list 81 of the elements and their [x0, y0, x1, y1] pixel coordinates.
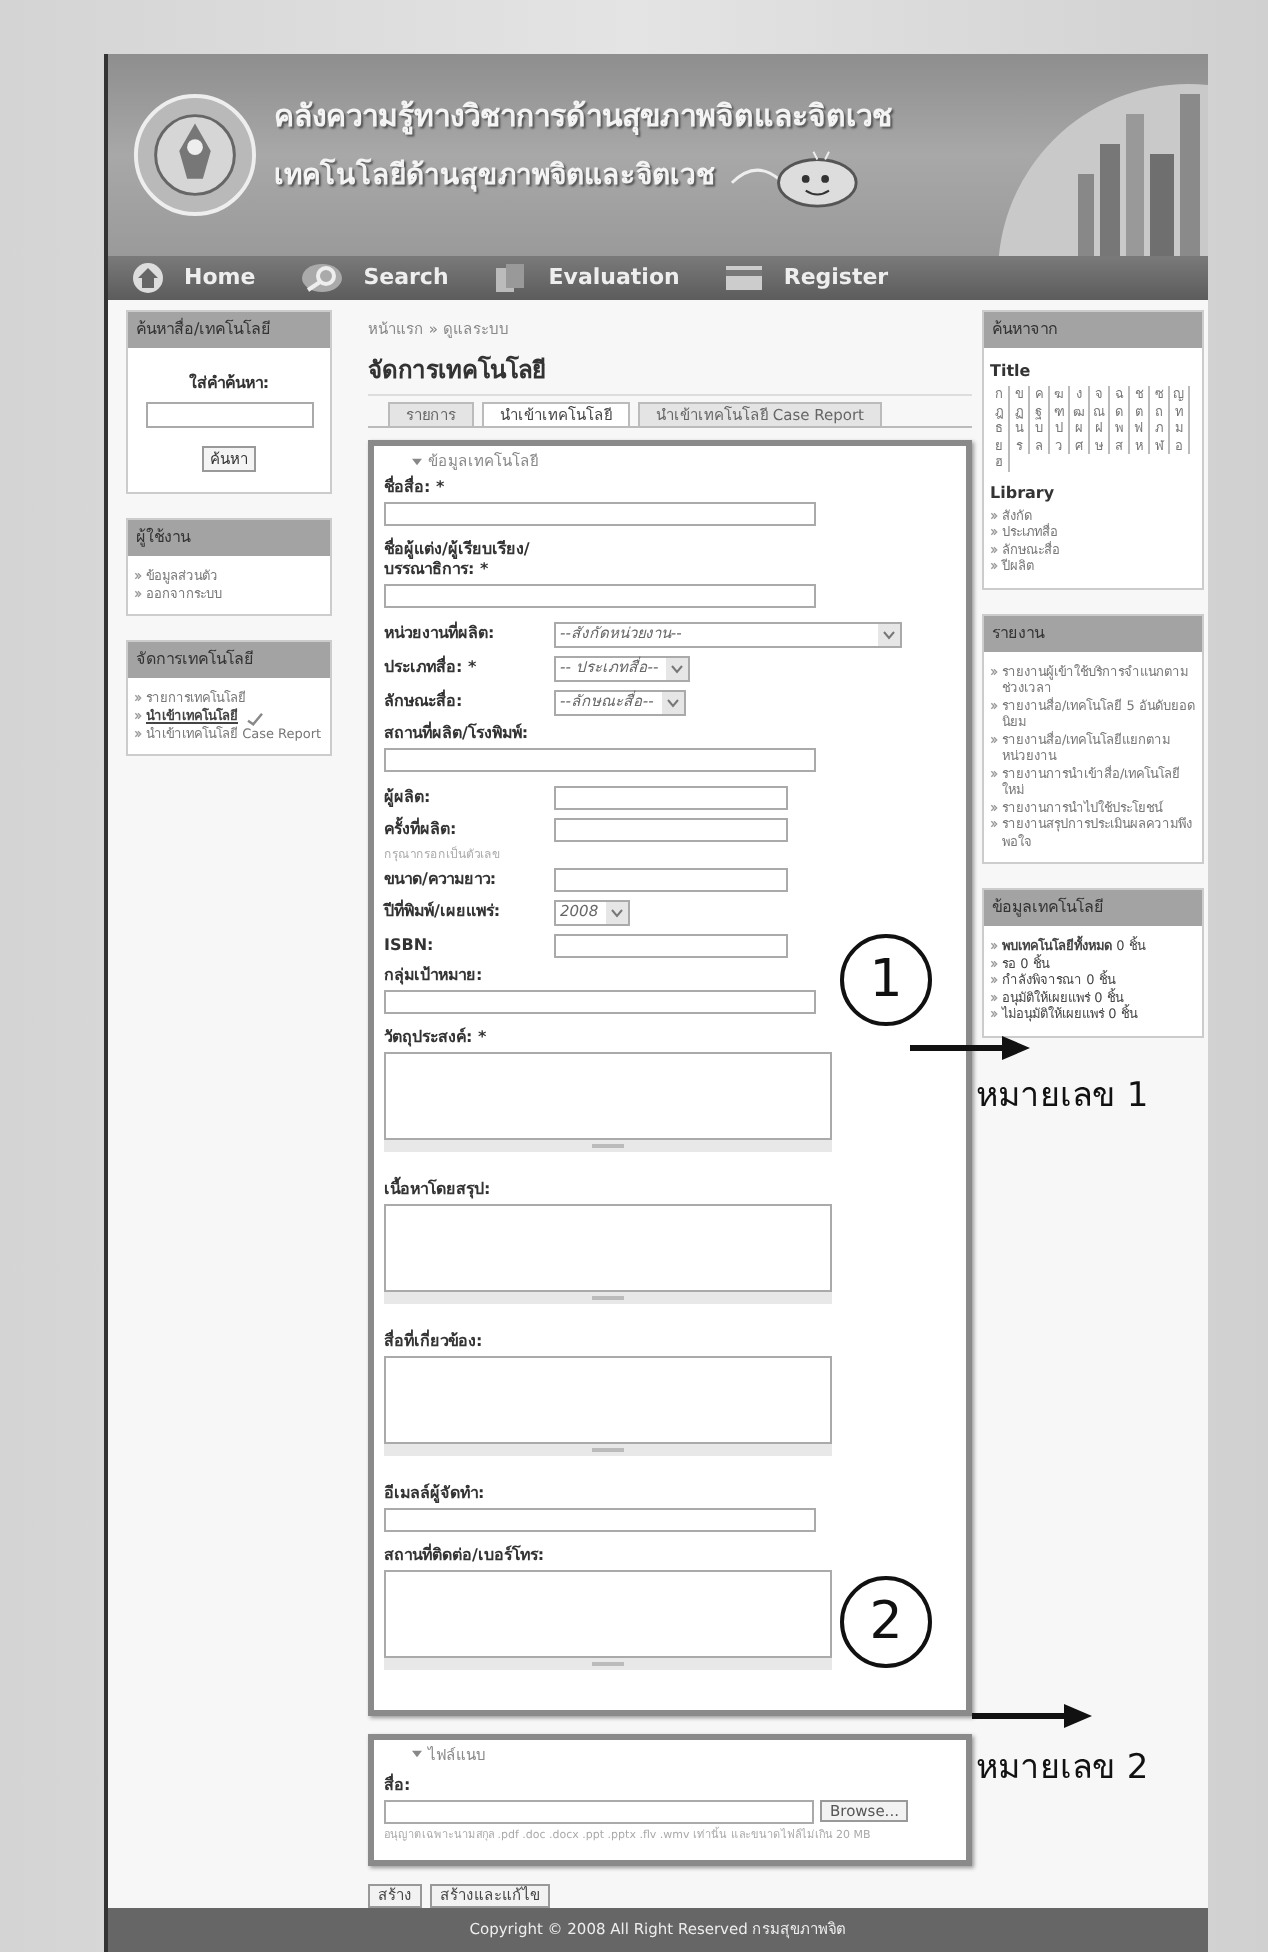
search-label: ใส่คำค้นหา:	[188, 372, 270, 397]
search-field[interactable]	[145, 402, 313, 429]
text-field[interactable]	[384, 1507, 816, 1532]
bullet-icon	[134, 572, 142, 581]
field-label: ISBN:	[384, 935, 436, 956]
panel-header: จัดการเทคโนโลยี	[128, 642, 330, 679]
text-field[interactable]	[384, 747, 816, 772]
text-field[interactable]	[554, 933, 788, 958]
callout-label: หมายเลข 1	[976, 1074, 1149, 1120]
text-field[interactable]	[384, 501, 816, 526]
bullet-icon	[990, 735, 998, 744]
field-label: อีเมลล์ผู้จัดทำ:	[384, 1483, 485, 1504]
bullet-icon	[990, 667, 998, 676]
bullet-icon	[990, 993, 998, 1002]
bullet-icon	[990, 528, 998, 537]
bullet-icon	[990, 959, 998, 968]
file-path-field[interactable]	[384, 1799, 814, 1824]
search-icon	[299, 262, 344, 295]
bullet-icon	[990, 511, 998, 520]
bullet-icon	[990, 562, 998, 571]
bullet-icon	[990, 701, 998, 710]
panel-header: รายงาน	[984, 615, 1202, 652]
bullet-icon	[990, 803, 998, 812]
text-field[interactable]	[554, 785, 788, 810]
field-label: เนื้อหาโดยสรุป:	[384, 1179, 491, 1200]
site-subtitle: เทคโนโลยีด้านสุขภาพจิตและจิตเวช	[274, 162, 716, 191]
field-label: สื่อ:	[384, 1773, 413, 1798]
panel-header: ข้อมูลเทคโนโลยี	[984, 890, 1202, 927]
bullet-icon	[134, 729, 142, 738]
field-label: สถานที่ติดต่อ/เบอร์โทร:	[384, 1545, 545, 1566]
text-field[interactable]	[384, 989, 816, 1014]
field-label: ลักษณะสื่อ:	[384, 692, 465, 713]
section-heading: Title	[990, 360, 1033, 385]
callout-label: หมายเลข 2	[976, 1746, 1149, 1792]
site-title: คลังความรู้ทางวิชาการด้านสุขภาพจิตและจิตเวช	[274, 101, 892, 132]
page-title: จัดการเทคโนโลยี	[368, 352, 972, 397]
field-label: ชื่อสื่อ: *	[384, 477, 445, 498]
field-label: ประเภทสื่อ: *	[384, 658, 479, 679]
field-label: สื่อที่เกี่ยวข้อง:	[384, 1331, 483, 1352]
bullet-icon	[134, 694, 142, 703]
nav-link[interactable]: Register	[723, 261, 889, 295]
house-icon	[132, 262, 164, 295]
collapse-arrow-icon	[412, 457, 422, 466]
bullet-icon	[134, 589, 142, 598]
documents-icon	[492, 262, 529, 295]
bullet-icon	[990, 1010, 998, 1019]
bullet-icon	[990, 942, 998, 951]
check-icon	[246, 711, 264, 726]
arrow-icon	[910, 1036, 1030, 1060]
field-label: หน่วยงานที่ผลิต:	[384, 624, 497, 645]
panel-header: ค้นหาสื่อ/เทคโนโลยี	[128, 312, 330, 349]
panel-header: ค้นหาจาก	[984, 312, 1202, 349]
field-label: ครั้งที่ผลิต:	[384, 819, 459, 840]
arrow-icon	[972, 1704, 1092, 1728]
card-icon	[723, 264, 764, 293]
panel-header: ผู้ใช้งาน	[128, 520, 330, 557]
bullet-icon	[990, 545, 998, 554]
field-label: ปีที่พิมพ์/เผยแพร่:	[384, 902, 503, 923]
field-label: วัตถุประสงค์: *	[384, 1027, 487, 1048]
text-area[interactable]	[384, 1355, 832, 1444]
nav-link[interactable]: Evaluation	[492, 261, 680, 295]
text-area[interactable]	[384, 1203, 832, 1292]
emblem-icon	[132, 92, 258, 219]
text-area[interactable]	[384, 1051, 832, 1140]
bullet-icon	[990, 976, 998, 985]
field-label: สถานที่ผลิต/โรงพิมพ์:	[384, 723, 529, 744]
nav-link[interactable]: Search	[299, 261, 449, 295]
field-label: ผู้ผลิต:	[384, 787, 433, 808]
text-field[interactable]	[384, 583, 816, 608]
bullet-icon	[134, 711, 142, 720]
bullet-icon	[990, 769, 998, 778]
text-field[interactable]	[554, 867, 788, 892]
field-label: กลุ่มเป้าหมาย:	[384, 965, 483, 986]
section-heading: Library	[990, 481, 1057, 506]
text-area[interactable]	[384, 1569, 832, 1658]
field-label: ขนาด/ความยาว:	[384, 869, 499, 890]
text-field[interactable]	[554, 817, 788, 842]
bullet-icon	[990, 820, 998, 829]
field-label: ชื่อผู้แต่ง/ผู้เรียบเรียง/บรรณาธิการ: *	[384, 539, 532, 580]
nav-link[interactable]: Home	[132, 261, 256, 295]
collapse-arrow-icon	[412, 1750, 422, 1759]
